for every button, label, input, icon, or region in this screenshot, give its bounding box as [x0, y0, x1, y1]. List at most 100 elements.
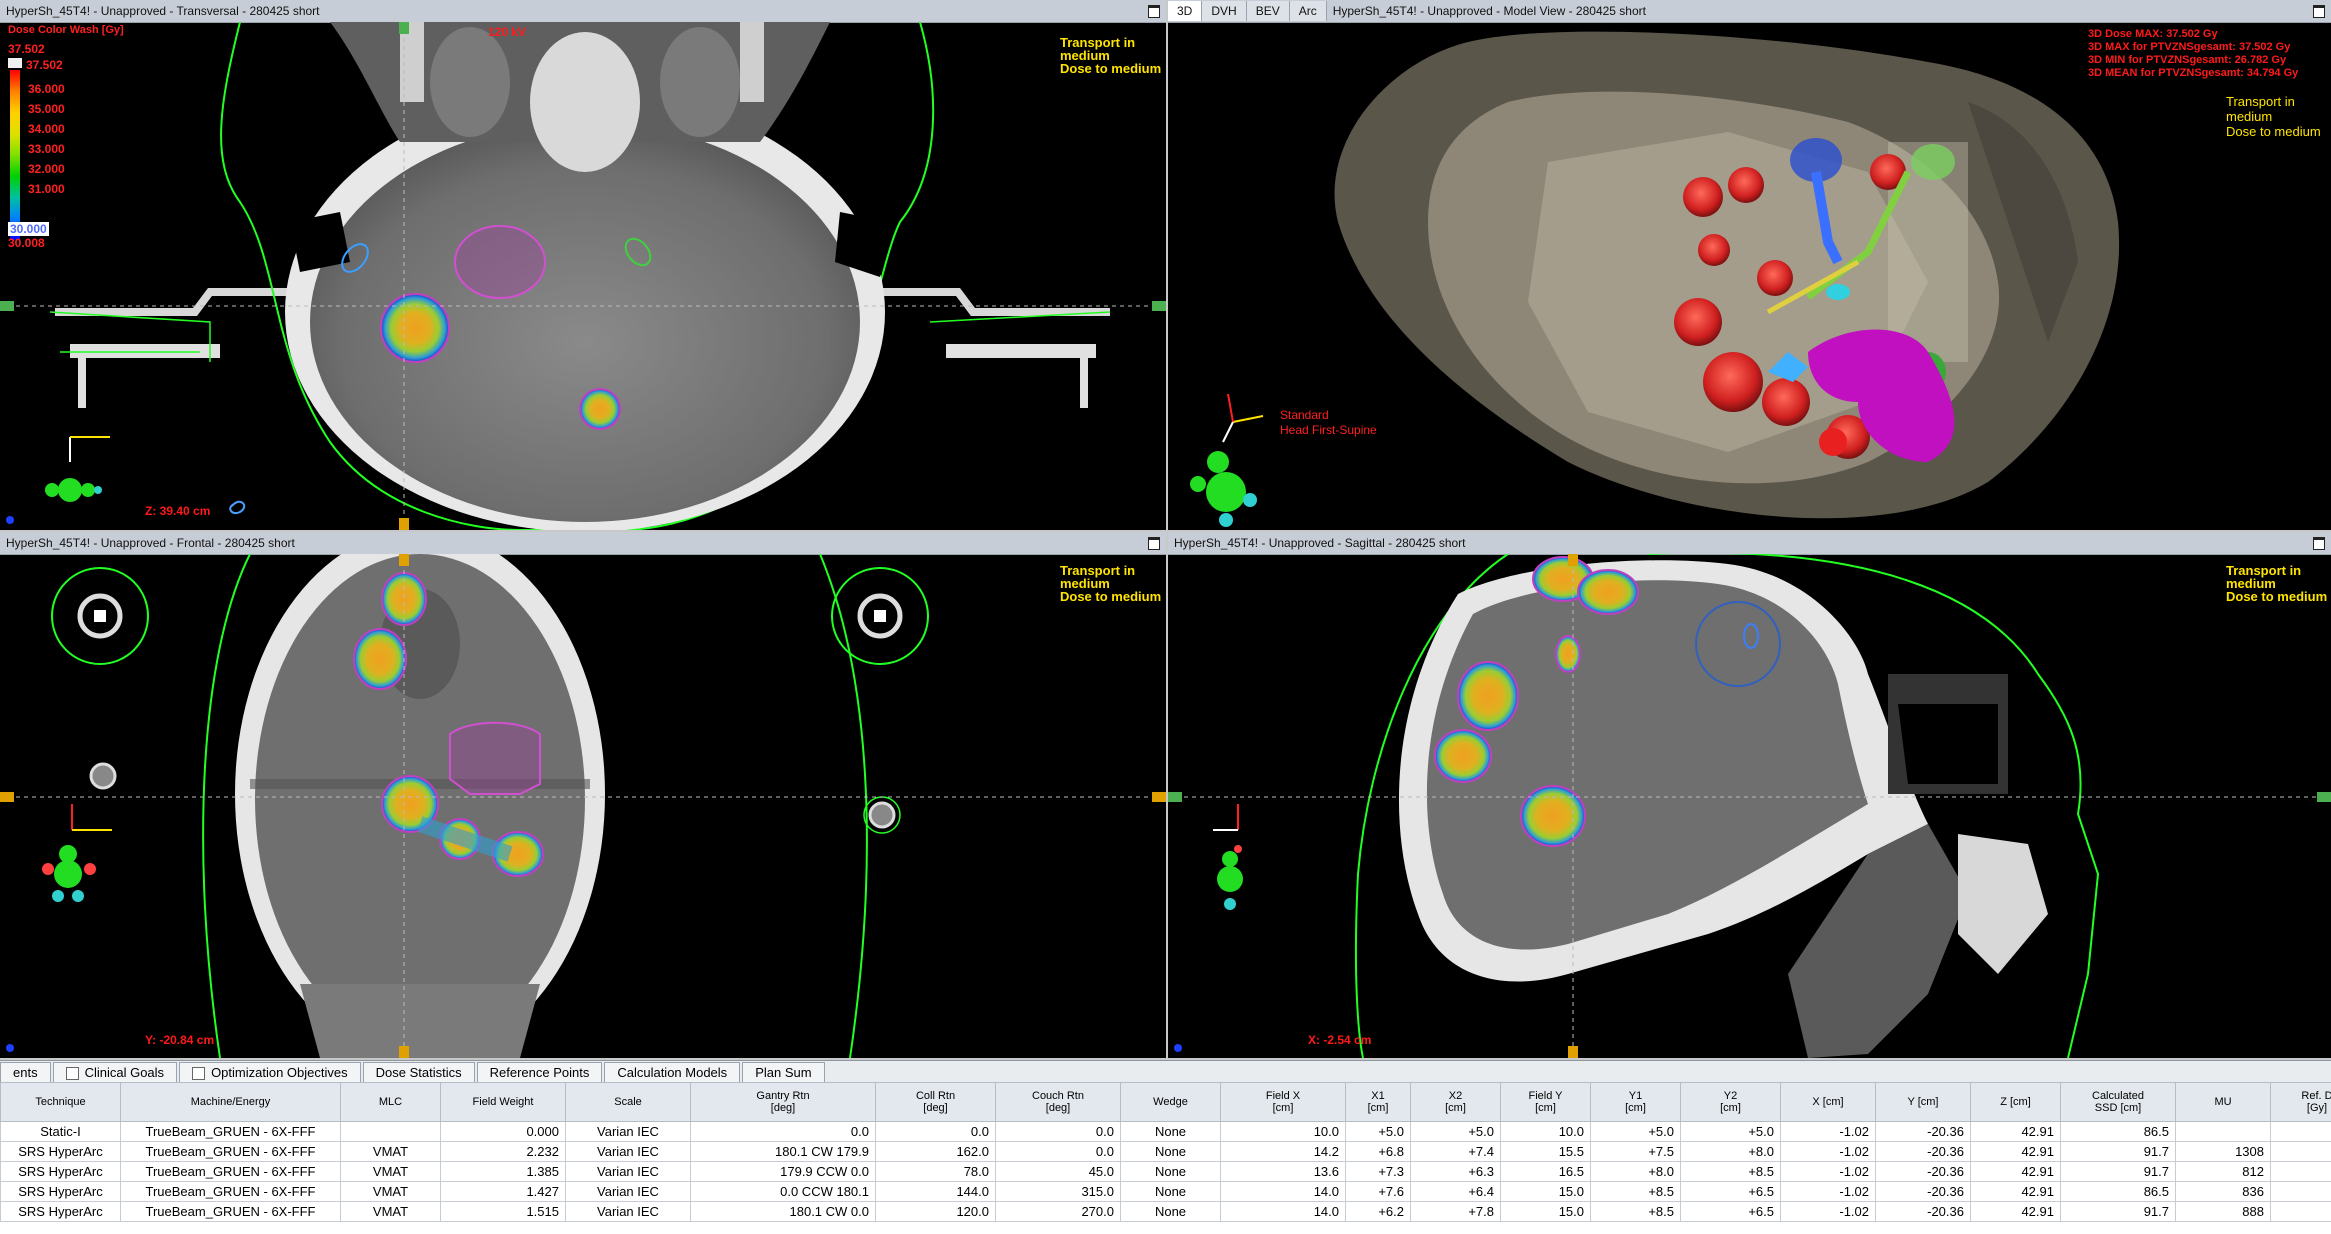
table-cell[interactable]: -20.36: [1875, 1121, 1971, 1142]
table-cell[interactable]: 120.0: [875, 1201, 996, 1222]
bottom-tab[interactable]: Clinical Goals: [52, 1062, 178, 1083]
table-cell[interactable]: -1.02: [1780, 1161, 1876, 1182]
sagittal-view[interactable]: HyperSh_45T4! - Unapproved - Sagittal - …: [1168, 532, 2331, 1058]
table-cell[interactable]: 15.5: [1500, 1141, 1591, 1162]
table-row[interactable]: SRS HyperArc TrueBeam_GRUEN - 6X-FFF VMAT 1…: [0, 1181, 2331, 1202]
table-cell[interactable]: 144.0: [875, 1181, 996, 1202]
column-header[interactable]: X1 [cm]: [1345, 1082, 1411, 1122]
column-header[interactable]: X [cm]: [1780, 1082, 1876, 1122]
table-cell[interactable]: 2.232: [440, 1141, 566, 1162]
column-header[interactable]: MU: [2175, 1082, 2271, 1122]
table-cell[interactable]: +5.0: [1345, 1121, 1411, 1142]
table-row[interactable]: SRS HyperArc TrueBeam_GRUEN - 6X-FFF VMAT 2…: [0, 1141, 2331, 1162]
table-cell[interactable]: TrueBeam_GRUEN - 6X-FFF: [120, 1181, 341, 1202]
bottom-tab[interactable]: ents: [0, 1062, 51, 1083]
table-cell[interactable]: +6.2: [1345, 1201, 1411, 1222]
table-cell[interactable]: 1.515: [440, 1201, 566, 1222]
table-cell[interactable]: Varian IEC: [565, 1141, 691, 1162]
table-cell[interactable]: SRS HyperArc: [0, 1181, 121, 1202]
table-cell[interactable]: 888: [2175, 1201, 2271, 1222]
table-cell[interactable]: VMAT: [340, 1181, 441, 1202]
table-cell[interactable]: [2175, 1121, 2271, 1142]
table-cell[interactable]: +8.0: [1590, 1161, 1681, 1182]
table-row[interactable]: SRS HyperArc TrueBeam_GRUEN - 6X-FFF VMAT 1…: [0, 1161, 2331, 1182]
bottom-tab[interactable]: Reference Points: [476, 1062, 603, 1083]
table-cell[interactable]: +6.5: [1680, 1181, 1781, 1202]
table-cell[interactable]: 14.0: [1220, 1181, 1346, 1202]
table-cell[interactable]: -20.36: [1875, 1141, 1971, 1162]
table-cell[interactable]: VMAT: [340, 1161, 441, 1182]
table-cell[interactable]: TrueBeam_GRUEN - 6X-FFF: [120, 1161, 341, 1182]
table-cell[interactable]: -20.36: [1875, 1161, 1971, 1182]
table-cell[interactable]: [2270, 1201, 2331, 1222]
table-cell[interactable]: 42.91: [1970, 1181, 2061, 1202]
table-cell[interactable]: 0.000: [440, 1121, 566, 1142]
table-cell[interactable]: Varian IEC: [565, 1161, 691, 1182]
column-header[interactable]: Technique: [0, 1082, 121, 1122]
tab-checkbox[interactable]: [192, 1066, 206, 1080]
column-header[interactable]: Calculated SSD [cm]: [2060, 1082, 2176, 1122]
table-cell[interactable]: 91.7: [2060, 1201, 2176, 1222]
colorbar-low-handle[interactable]: 30.000: [8, 222, 49, 236]
column-header[interactable]: Wedge: [1120, 1082, 1221, 1122]
table-cell[interactable]: 14.2: [1220, 1141, 1346, 1162]
maximize-icon[interactable]: [1148, 537, 1160, 550]
table-cell[interactable]: 0.0: [995, 1141, 1121, 1162]
column-header[interactable]: Field X [cm]: [1220, 1082, 1346, 1122]
table-cell[interactable]: 270.0: [995, 1201, 1121, 1222]
table-cell[interactable]: 10.0: [1500, 1121, 1591, 1142]
colorbar-max-handle[interactable]: [8, 58, 22, 68]
tab-3d[interactable]: 3D: [1168, 1, 1203, 21]
tab-bev[interactable]: BEV: [1246, 1, 1290, 21]
bottom-tab[interactable]: Plan Sum: [742, 1062, 825, 1083]
table-cell[interactable]: 45.0: [995, 1161, 1121, 1182]
table-cell[interactable]: None: [1120, 1141, 1221, 1162]
table-cell[interactable]: 42.91: [1970, 1141, 2061, 1162]
column-header[interactable]: Z [cm]: [1970, 1082, 2061, 1122]
table-cell[interactable]: +5.0: [1680, 1121, 1781, 1142]
model-view[interactable]: 3D DVH BEV Arc HyperSh_45T4! - Unapprove…: [1168, 0, 2331, 530]
table-row[interactable]: Static-I TrueBeam_GRUEN - 6X-FFF 0.000 Vari…: [0, 1121, 2331, 1142]
table-cell[interactable]: +6.3: [1410, 1161, 1501, 1182]
table-cell[interactable]: -1.02: [1780, 1201, 1876, 1222]
bottom-tab[interactable]: Optimization Objectives: [179, 1062, 361, 1083]
table-cell[interactable]: -1.02: [1780, 1141, 1876, 1162]
column-header[interactable]: MLC: [340, 1082, 441, 1122]
bottom-tab[interactable]: Calculation Models: [604, 1062, 741, 1083]
table-cell[interactable]: 91.7: [2060, 1141, 2176, 1162]
table-cell[interactable]: 180.1 CW 0.0: [690, 1201, 876, 1222]
table-cell[interactable]: 15.0: [1500, 1201, 1591, 1222]
table-cell[interactable]: 14.0: [1220, 1201, 1346, 1222]
table-cell[interactable]: [2270, 1161, 2331, 1182]
column-header[interactable]: X2 [cm]: [1410, 1082, 1501, 1122]
table-cell[interactable]: +5.0: [1410, 1121, 1501, 1142]
table-cell[interactable]: SRS HyperArc: [0, 1201, 121, 1222]
table-cell[interactable]: 1308: [2175, 1141, 2271, 1162]
table-cell[interactable]: [2270, 1181, 2331, 1202]
table-cell[interactable]: +8.0: [1680, 1141, 1781, 1162]
table-cell[interactable]: None: [1120, 1161, 1221, 1182]
tab-dvh[interactable]: DVH: [1202, 1, 1247, 21]
table-cell[interactable]: Varian IEC: [565, 1181, 691, 1202]
table-cell[interactable]: +7.5: [1590, 1141, 1681, 1162]
sagittal-canvas[interactable]: Transport in medium Dose to medium X: -2…: [1168, 554, 2331, 1058]
table-cell[interactable]: -1.02: [1780, 1121, 1876, 1142]
table-cell[interactable]: TrueBeam_GRUEN - 6X-FFF: [120, 1121, 341, 1142]
model-canvas[interactable]: 3D Dose MAX: 37.502 Gy 3D MAX for PTVZNS…: [1168, 22, 2331, 530]
table-cell[interactable]: 86.5: [2060, 1121, 2176, 1142]
column-header[interactable]: Field Y [cm]: [1500, 1082, 1591, 1122]
table-cell[interactable]: -20.36: [1875, 1181, 1971, 1202]
table-cell[interactable]: +6.4: [1410, 1181, 1501, 1202]
table-cell[interactable]: 91.7: [2060, 1161, 2176, 1182]
table-cell[interactable]: [2270, 1141, 2331, 1162]
table-cell[interactable]: +7.3: [1345, 1161, 1411, 1182]
table-cell[interactable]: 42.91: [1970, 1161, 2061, 1182]
table-cell[interactable]: 0.0: [995, 1121, 1121, 1142]
maximize-icon[interactable]: [2313, 5, 2325, 18]
table-cell[interactable]: None: [1120, 1201, 1221, 1222]
table-cell[interactable]: VMAT: [340, 1141, 441, 1162]
table-cell[interactable]: [340, 1121, 441, 1142]
table-cell[interactable]: +8.5: [1590, 1201, 1681, 1222]
table-cell[interactable]: +7.6: [1345, 1181, 1411, 1202]
column-header[interactable]: Coll Rtn [deg]: [875, 1082, 996, 1122]
